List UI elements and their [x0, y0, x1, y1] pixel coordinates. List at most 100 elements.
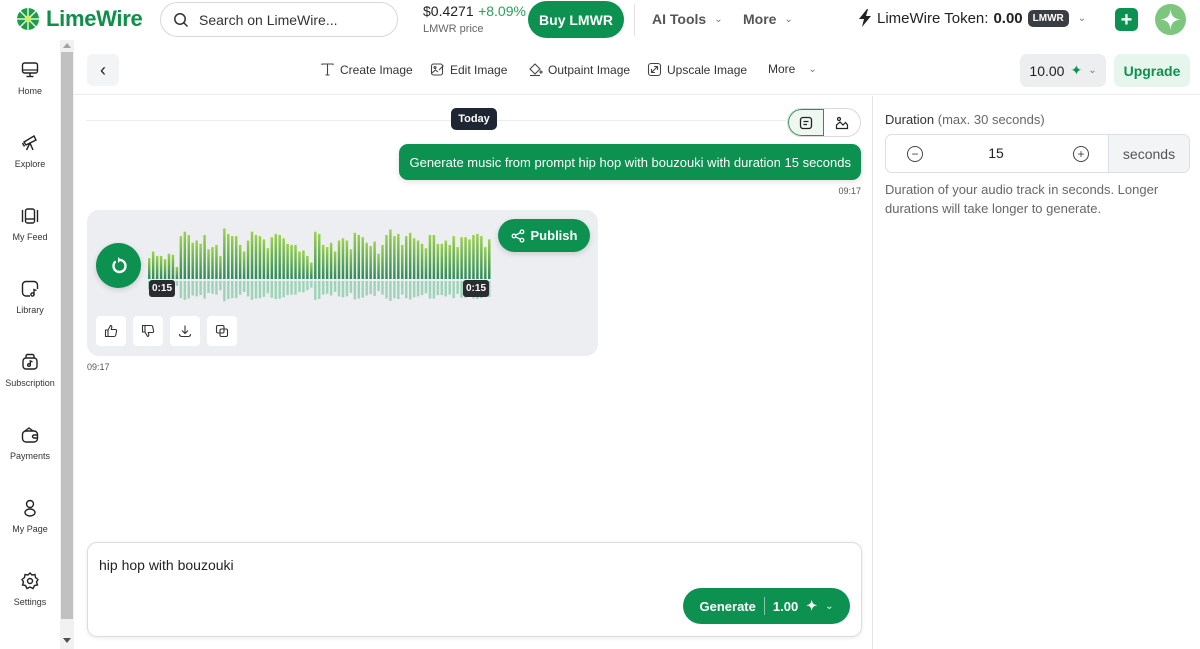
sparkle-icon: ✦ — [806, 598, 818, 613]
waveform-bar-reflection — [385, 281, 388, 299]
limewire-logo[interactable]: LimeWire — [16, 6, 143, 32]
waveform-bar — [456, 247, 459, 279]
waveform-bar-reflection — [183, 281, 187, 300]
waveform-bar-reflection — [329, 281, 333, 296]
view-toggle[interactable] — [787, 108, 861, 137]
tool-outpaint-image[interactable]: Outpaint Image — [528, 62, 630, 77]
waveform-bar-reflection — [234, 281, 238, 299]
like-button[interactable] — [96, 316, 126, 346]
scroll-up-arrow-icon[interactable] — [63, 43, 71, 48]
waveform-bar — [321, 244, 325, 279]
waveform-bar — [333, 251, 337, 279]
search-input[interactable] — [199, 11, 379, 28]
buy-lmwr-button[interactable]: Buy LMWR — [528, 1, 624, 38]
gallery-view-button[interactable] — [824, 109, 860, 136]
waveform-bar-reflection — [412, 281, 416, 298]
waveform-bar-reflection — [231, 281, 234, 299]
settings-panel: Duration (max. 30 seconds) − + seconds D… — [872, 96, 1200, 649]
waveform-bar — [310, 262, 313, 279]
ai-tools-menu[interactable]: AI Tools ⌄ — [652, 11, 723, 27]
waveform-bar-reflection — [211, 281, 214, 294]
sidebar-item-my-feed[interactable]: My Feed — [0, 206, 60, 266]
waveform-bar — [401, 244, 404, 279]
waveform-bar — [199, 243, 202, 279]
sidebar-item-library[interactable]: Library — [0, 279, 60, 339]
replay-button[interactable] — [96, 243, 141, 288]
waveform-bar-reflection — [416, 281, 420, 297]
date-divider-line — [86, 120, 786, 121]
price-value: $0.4271 — [423, 3, 474, 19]
scrollbar-thumb[interactable] — [61, 52, 73, 619]
sidebar: Home Explore My Feed Library Subscriptio… — [0, 40, 60, 649]
waveform-bar — [412, 238, 416, 279]
lightning-icon — [859, 9, 871, 27]
waveform-bar — [472, 235, 475, 279]
upgrade-button[interactable]: Upgrade — [1114, 54, 1190, 87]
waveform-bar — [424, 248, 428, 279]
chevron-down-icon: ⌄ — [1088, 65, 1097, 76]
waveform-bar — [195, 240, 198, 279]
sidebar-item-settings[interactable]: Settings — [0, 571, 60, 631]
waveform-bar — [405, 236, 408, 279]
credits-selector[interactable]: 10.00 ✦ ⌄ — [1020, 54, 1106, 87]
publish-label: Publish — [530, 228, 578, 243]
duration-label: Duration (max. 30 seconds) — [885, 112, 1045, 127]
waveform-bar — [242, 251, 246, 279]
waveform-bar — [191, 242, 194, 279]
waveform-bar-reflection — [436, 281, 440, 296]
decrement-button[interactable]: − — [907, 146, 923, 162]
waveform-bar — [219, 255, 222, 279]
sidebar-item-explore[interactable]: Explore — [0, 133, 60, 193]
tool-more[interactable]: More ⌄ — [768, 62, 817, 76]
sidebar-scrollbar[interactable] — [60, 40, 74, 649]
audio-waveform[interactable] — [148, 220, 492, 312]
text-icon — [321, 63, 334, 76]
tool-create-image[interactable]: Create Image — [320, 62, 413, 77]
waveform-bar — [203, 235, 206, 279]
waveform-bar — [246, 240, 250, 279]
waveform-bar — [183, 231, 187, 279]
publish-button[interactable]: Publish — [498, 219, 590, 252]
create-button[interactable]: + — [1115, 8, 1138, 31]
audio-result-card: 0:15 0:15 Publish — [87, 210, 598, 356]
prompt-input[interactable] — [99, 557, 659, 573]
waveform-bar — [262, 239, 266, 279]
dislike-button[interactable] — [133, 316, 163, 346]
waveform-bar — [155, 255, 159, 279]
thumbs-up-icon — [104, 324, 118, 338]
avatar[interactable] — [1155, 4, 1186, 35]
waveform-bar — [278, 235, 281, 279]
waveform-bar — [452, 236, 455, 279]
scroll-down-arrow-icon[interactable] — [63, 638, 71, 643]
download-button[interactable] — [170, 316, 200, 346]
sidebar-item-payments[interactable]: Payments — [0, 425, 60, 485]
waveform-bar — [480, 236, 483, 279]
back-button[interactable]: ‹ — [87, 54, 119, 86]
search-box[interactable] — [160, 2, 398, 37]
waveform-bar-reflection — [302, 281, 305, 293]
waveform-bar-reflection — [227, 281, 230, 300]
share-icon — [511, 228, 524, 243]
sidebar-item-home[interactable]: Home — [0, 60, 60, 120]
sidebar-item-subscription[interactable]: Subscription — [0, 352, 60, 412]
waveform-bar — [361, 237, 364, 279]
waveform-bar — [389, 229, 392, 279]
tool-edit-image[interactable]: Edit Image — [430, 62, 507, 77]
waveform-bar — [408, 232, 412, 279]
more-menu[interactable]: More ⌄ — [743, 11, 793, 27]
waveform-bar — [171, 254, 175, 279]
copy-button[interactable] — [207, 316, 237, 346]
increment-button[interactable]: + — [1073, 146, 1089, 162]
token-balance[interactable]: LimeWire Token: 0.00 LMWR ⌄ — [858, 9, 1086, 27]
replay-icon — [111, 256, 127, 273]
chevron-down-icon[interactable]: ⌄ — [825, 601, 833, 612]
generate-button[interactable]: Generate 1.00 ✦ ⌄ — [683, 588, 850, 624]
waveform-bar — [416, 240, 420, 279]
waveform-bar — [325, 247, 329, 279]
duration-input[interactable] — [946, 145, 1046, 161]
chat-view-button[interactable] — [788, 109, 825, 136]
tool-upscale-image[interactable]: Upscale Image — [647, 62, 747, 77]
waveform-bar — [151, 251, 155, 279]
waveform-bar-reflection — [179, 281, 183, 299]
sidebar-item-my-page[interactable]: My Page — [0, 498, 60, 558]
